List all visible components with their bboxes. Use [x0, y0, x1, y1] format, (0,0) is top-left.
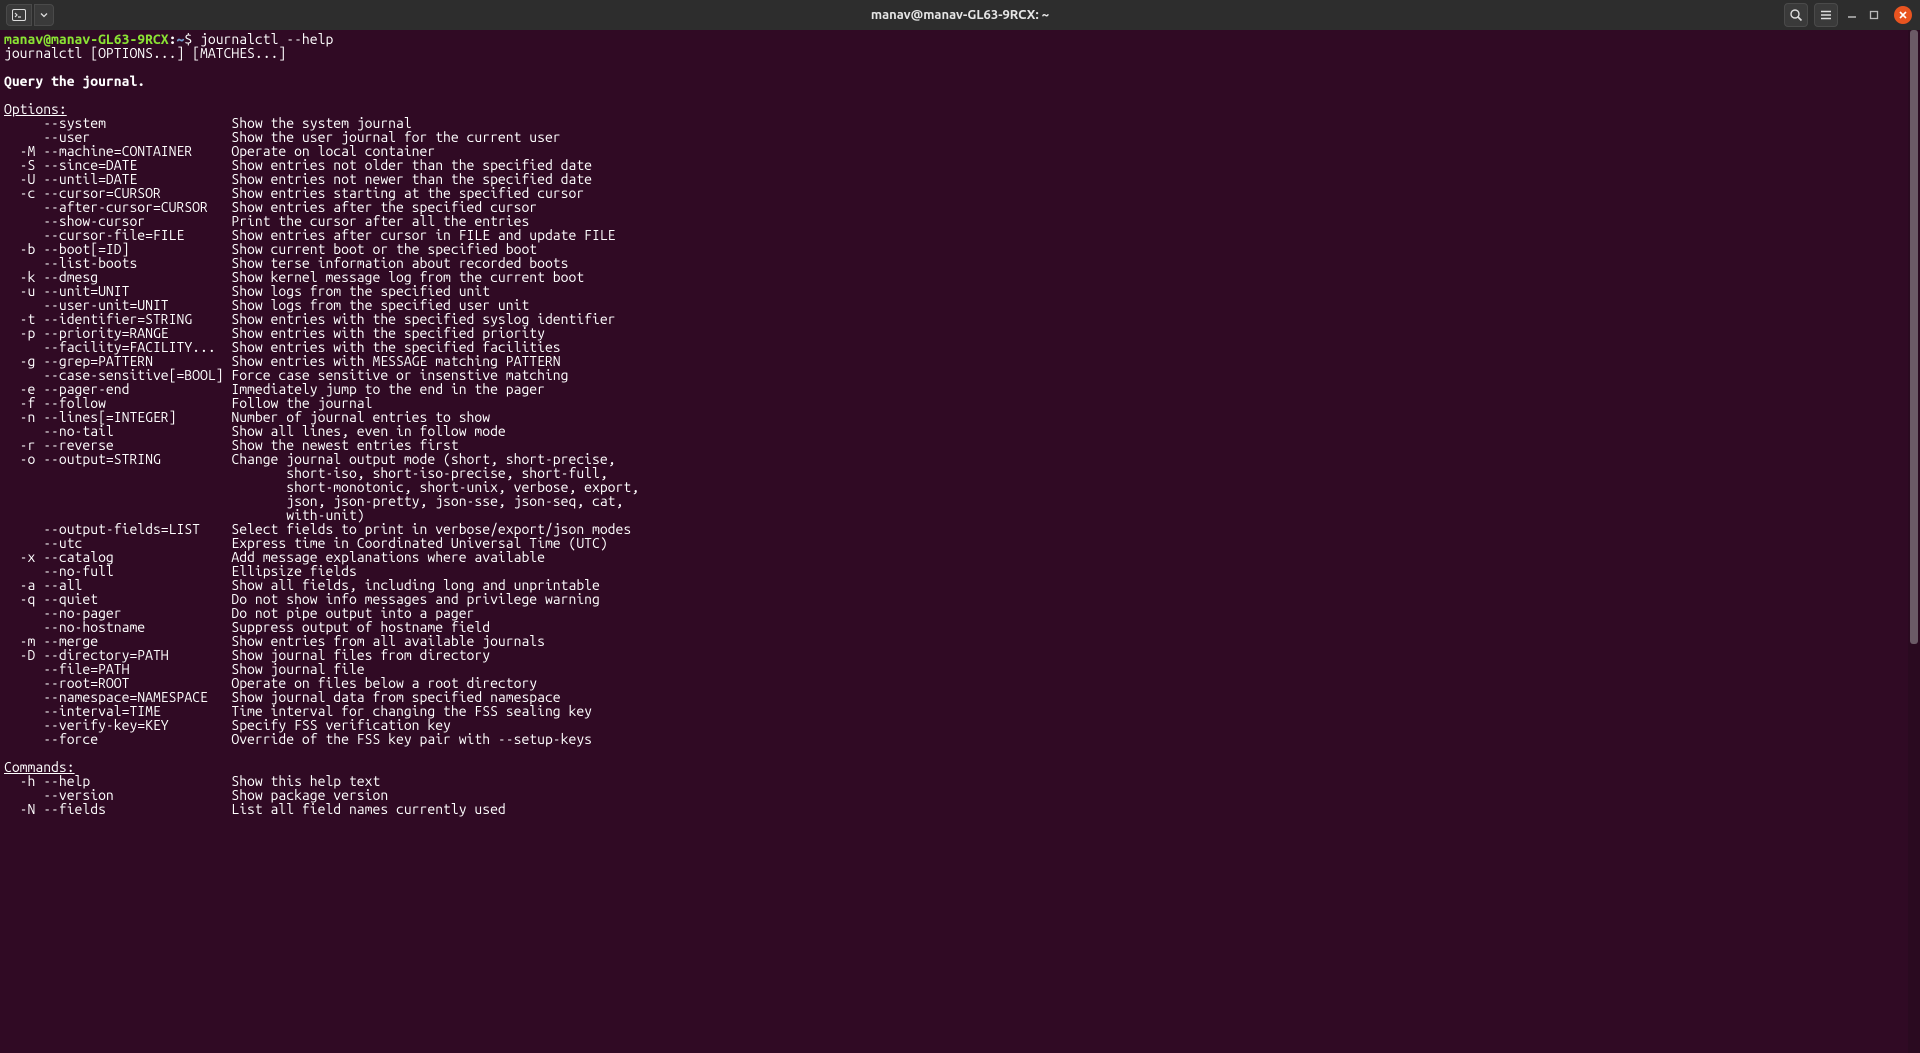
- hamburger-menu-button[interactable]: [1814, 3, 1838, 27]
- maximize-icon: [1869, 10, 1879, 20]
- window-title: manav@manav-GL63-9RCX: ~: [0, 8, 1920, 22]
- search-icon: [1789, 8, 1803, 22]
- terminal-viewport[interactable]: manav@manav-GL63-9RCX:~$ journalctl --he…: [0, 30, 1920, 1053]
- terminal-icon: [12, 9, 26, 21]
- window-minimize-button[interactable]: [1844, 7, 1860, 23]
- titlebar-right-controls: [1784, 3, 1920, 27]
- close-icon: [1898, 10, 1908, 20]
- titlebar-left-controls: [0, 4, 54, 26]
- minimize-icon: [1847, 10, 1857, 20]
- search-button[interactable]: [1784, 3, 1808, 27]
- window-close-button[interactable]: [1894, 6, 1912, 24]
- scrollbar[interactable]: [1908, 30, 1920, 1053]
- hamburger-icon: [1819, 8, 1833, 22]
- terminal-area[interactable]: manav@manav-GL63-9RCX:~$ journalctl --he…: [0, 30, 1920, 1053]
- terminal-output[interactable]: manav@manav-GL63-9RCX:~$ journalctl --he…: [4, 32, 1916, 816]
- window-titlebar: manav@manav-GL63-9RCX: ~: [0, 0, 1920, 30]
- new-tab-button[interactable]: [6, 4, 32, 26]
- new-tab-menu-chevron[interactable]: [34, 4, 54, 26]
- window-maximize-button[interactable]: [1866, 7, 1882, 23]
- scrollbar-thumb[interactable]: [1910, 30, 1918, 644]
- chevron-down-icon: [40, 11, 48, 19]
